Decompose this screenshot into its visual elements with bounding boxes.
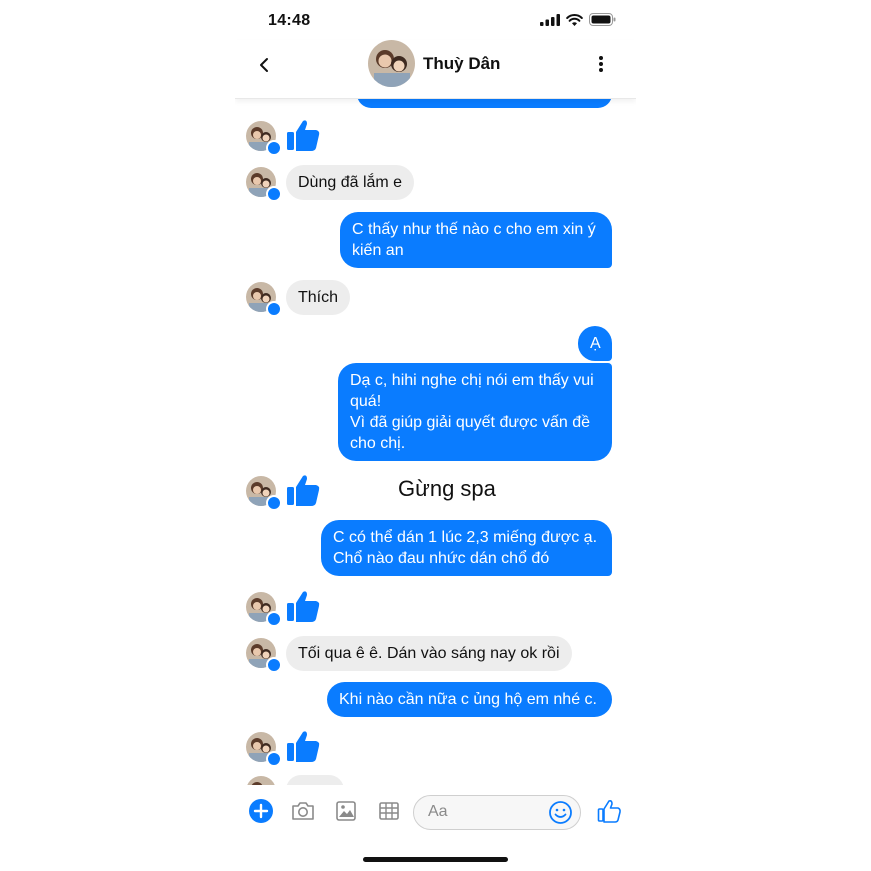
outgoing-message[interactable]: Khi nào cần nữa c ủng hộ em nhé c. bbox=[327, 682, 612, 717]
thumbs-up-icon[interactable] bbox=[285, 588, 321, 624]
messenger-badge-icon bbox=[266, 140, 282, 156]
phone-screen: 14:48 Thuỳ Dân Dùng đã lắm e C thấy như … bbox=[235, 0, 636, 871]
contact-avatar[interactable] bbox=[368, 40, 415, 87]
sticker-grid-icon[interactable] bbox=[376, 798, 402, 824]
plus-icon[interactable] bbox=[248, 798, 274, 824]
message-line: C có thể dán 1 lúc 2,3 miếng được ạ. bbox=[333, 529, 598, 546]
message-line: Chổ nào đau nhức dán chổ đó bbox=[333, 550, 550, 567]
contact-name[interactable]: Thuỳ Dân bbox=[423, 54, 500, 74]
message-input[interactable]: Aa bbox=[413, 795, 581, 830]
messenger-badge-icon bbox=[266, 301, 282, 317]
status-time: 14:48 bbox=[268, 12, 311, 29]
thumbs-up-icon[interactable] bbox=[596, 798, 622, 824]
gallery-icon[interactable] bbox=[333, 798, 359, 824]
wifi-icon bbox=[566, 13, 583, 26]
message-line: cho chị. bbox=[350, 435, 406, 452]
incoming-message[interactable]: Thích bbox=[286, 280, 351, 315]
battery-icon bbox=[589, 13, 616, 26]
outgoing-message[interactable]: Ạ bbox=[578, 326, 612, 361]
signal-icon bbox=[540, 13, 560, 26]
message-line: Vì đã giúp giải quyết được vấn đề bbox=[350, 414, 591, 431]
back-chevron-icon[interactable] bbox=[255, 55, 275, 75]
message-composer: Aa bbox=[235, 786, 636, 838]
message-line: kiến an bbox=[352, 242, 404, 259]
messenger-badge-icon bbox=[266, 186, 282, 202]
sender-avatar[interactable] bbox=[246, 776, 276, 785]
outgoing-message[interactable]: C thấy như thế nào c cho em xin ý kiến a… bbox=[340, 212, 612, 268]
message-line: quá! bbox=[350, 393, 382, 410]
incoming-message[interactable]: Tối qua ê ê. Dán vào sáng nay ok rồi bbox=[286, 636, 572, 671]
messenger-badge-icon bbox=[266, 751, 282, 767]
thumbs-up-icon[interactable] bbox=[285, 472, 321, 508]
thumbs-up-icon[interactable] bbox=[285, 728, 321, 764]
message-line: Dạ c, hihi nghe chị nói em thấy vui bbox=[350, 372, 594, 389]
status-icons bbox=[540, 13, 616, 26]
conversation-header: Thuỳ Dân bbox=[235, 40, 636, 99]
home-indicator[interactable] bbox=[363, 857, 508, 862]
more-vertical-icon[interactable] bbox=[595, 54, 607, 74]
messenger-badge-icon bbox=[266, 657, 282, 673]
messenger-badge-icon bbox=[266, 495, 282, 511]
outgoing-message[interactable]: C có thể dán 1 lúc 2,3 miếng được ạ. Chổ… bbox=[321, 520, 612, 576]
message-thread[interactable]: Dùng đã lắm e C thấy như thế nào c cho e… bbox=[235, 99, 636, 785]
message-line: C thấy như thế nào c cho em xin ý bbox=[352, 221, 596, 238]
thumbs-up-icon[interactable] bbox=[285, 117, 321, 153]
incoming-message[interactable]: Dùng đã lắm e bbox=[286, 165, 415, 200]
message-input-placeholder: Aa bbox=[428, 803, 448, 820]
outgoing-message[interactable]: Dạ c, hihi nghe chị nói em thấy vui quá!… bbox=[338, 363, 612, 461]
camera-icon[interactable] bbox=[290, 798, 316, 824]
messenger-badge-icon bbox=[266, 611, 282, 627]
emoji-icon[interactable] bbox=[548, 800, 573, 825]
watermark-text: Gừng spa bbox=[398, 476, 496, 501]
status-bar: 14:48 bbox=[235, 0, 636, 42]
incoming-message-partial[interactable] bbox=[286, 775, 344, 785]
